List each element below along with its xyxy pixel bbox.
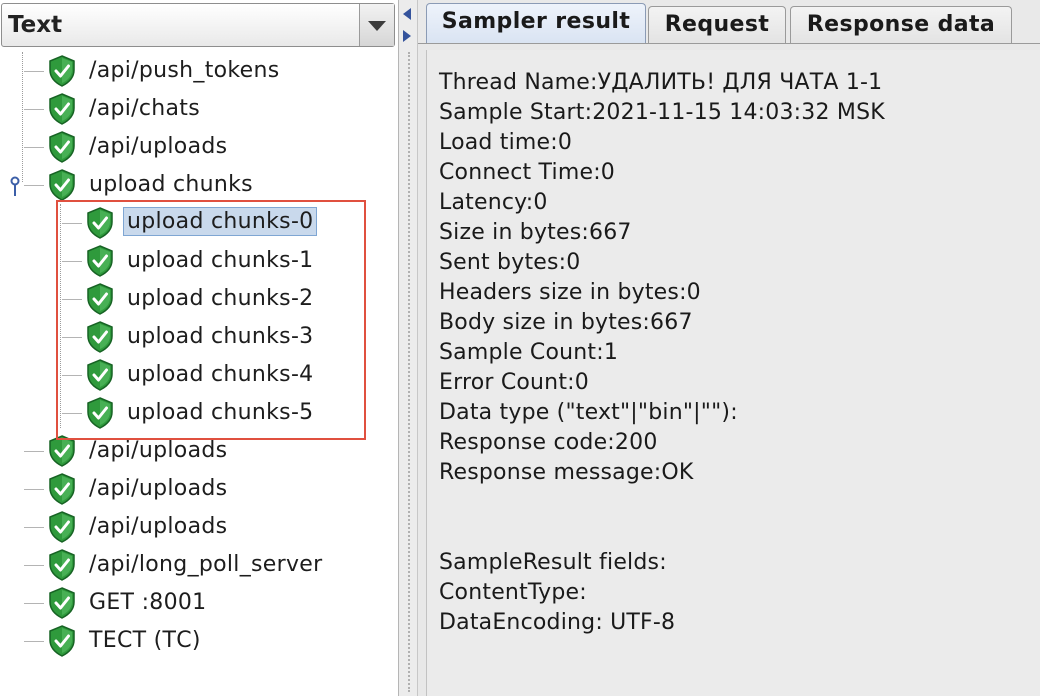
success-shield-icon	[49, 131, 75, 163]
tree-item-label: upload chunks-0	[122, 207, 318, 236]
tree-item-label: upload chunks	[89, 172, 253, 197]
tree-item[interactable]: /api/push_tokens	[0, 52, 398, 90]
success-shield-icon	[87, 321, 113, 353]
tab-bar: Sampler result Request Response data	[418, 0, 1040, 44]
tree-item-label: ТЕСТ (ТС)	[89, 628, 201, 653]
divider-grip	[408, 52, 410, 692]
result-line-connect-time: Connect Time:0	[439, 160, 616, 185]
success-shield-icon	[49, 549, 75, 581]
tree-item-label: /api/uploads	[89, 438, 228, 463]
collapse-right-icon[interactable]	[403, 30, 411, 42]
success-shield-icon	[49, 587, 75, 619]
tree-item-label: /api/chats	[89, 96, 200, 121]
tree-item[interactable]: upload chunks-5	[0, 394, 398, 432]
tab-response-data[interactable]: Response data	[790, 6, 1012, 44]
tree-item[interactable]: /api/long_poll_server	[0, 546, 398, 584]
tab-sampler-result[interactable]: Sampler result	[426, 3, 646, 44]
result-line-error-count: Error Count:0	[439, 370, 589, 395]
result-line-thread-name: Thread Name:УДАЛИТЬ! ДЛЯ ЧАТА 1-1	[439, 70, 883, 95]
tree-item[interactable]: ТЕСТ (ТС)	[0, 622, 398, 660]
result-line-headers-size: Headers size in bytes:0	[439, 280, 701, 305]
result-line-sample-start: Sample Start:2021-11-15 14:03:32 MSK	[439, 100, 885, 125]
result-line-size: Size in bytes:667	[439, 220, 632, 245]
result-line-fields-header: SampleResult fields:	[439, 550, 667, 575]
tab-request[interactable]: Request	[648, 6, 786, 44]
success-shield-icon	[49, 473, 75, 505]
collapse-left-icon[interactable]	[403, 8, 411, 20]
tree-item-label: upload chunks-3	[127, 324, 314, 349]
tree-item[interactable]: /api/uploads	[0, 508, 398, 546]
tree-item-label: upload chunks-1	[127, 248, 314, 273]
tree-item[interactable]: GET :8001	[0, 584, 398, 622]
tree-item-label: /api/uploads	[89, 476, 228, 501]
success-shield-icon	[87, 245, 113, 277]
tree-item-label: upload chunks-4	[127, 362, 314, 387]
success-shield-icon	[49, 93, 75, 125]
success-shield-icon	[49, 625, 75, 657]
result-line-latency: Latency:0	[439, 190, 548, 215]
tree-item-label: upload chunks-2	[127, 286, 314, 311]
result-line-response-message: Response message:OK	[439, 460, 694, 485]
split-pane-divider[interactable]	[398, 0, 418, 696]
result-line-load-time: Load time:0	[439, 130, 573, 155]
result-line-content-type: ContentType:	[439, 580, 587, 605]
tree-item-selected[interactable]: upload chunks-0	[0, 204, 398, 242]
success-shield-icon	[87, 397, 113, 429]
tree-item[interactable]: /api/uploads	[0, 432, 398, 470]
success-shield-icon	[49, 169, 75, 201]
result-line-sample-count: Sample Count:1	[439, 340, 619, 365]
results-tree-panel: Text /api/push_tokens /api/chats /api/up…	[0, 0, 398, 696]
renderer-select-value: Text	[8, 12, 63, 38]
tree-item[interactable]: /api/uploads	[0, 128, 398, 166]
tree-item[interactable]: upload chunks-3	[0, 318, 398, 356]
success-shield-icon	[49, 511, 75, 543]
success-shield-icon	[49, 55, 75, 87]
results-tree: /api/push_tokens /api/chats /api/uploads…	[0, 52, 398, 692]
result-line-data-type: Data type ("text"|"bin"|""):	[439, 400, 738, 425]
tree-item-label: /api/push_tokens	[89, 58, 280, 83]
tree-item-label: /api/long_poll_server	[89, 552, 323, 577]
result-line-body-size: Body size in bytes:667	[439, 310, 693, 335]
success-shield-icon	[87, 207, 113, 239]
result-line-data-encoding: DataEncoding: UTF-8	[439, 610, 676, 635]
tree-item[interactable]: upload chunks-1	[0, 242, 398, 280]
tree-item[interactable]: upload chunks-4	[0, 356, 398, 394]
tree-item[interactable]: /api/chats	[0, 90, 398, 128]
tree-item-parent[interactable]: upload chunks	[0, 166, 398, 204]
sampler-result-text[interactable]: Thread Name:УДАЛИТЬ! ДЛЯ ЧАТА 1-1 Sample…	[426, 50, 1040, 696]
result-line-sent-bytes: Sent bytes:0	[439, 250, 581, 275]
result-detail-panel: Sampler result Request Response data Thr…	[418, 0, 1040, 696]
result-line-response-code: Response code:200	[439, 430, 658, 455]
tree-item-label: GET :8001	[89, 590, 207, 615]
chevron-down-icon[interactable]	[359, 4, 394, 46]
tree-item[interactable]: upload chunks-2	[0, 280, 398, 318]
success-shield-icon	[87, 359, 113, 391]
tree-item-label: upload chunks-5	[127, 400, 314, 425]
success-shield-icon	[49, 435, 75, 467]
tree-item-label: /api/uploads	[89, 134, 228, 159]
success-shield-icon	[87, 283, 113, 315]
renderer-select[interactable]: Text	[1, 3, 395, 47]
tree-item-label: /api/uploads	[89, 514, 228, 539]
tree-item[interactable]: /api/uploads	[0, 470, 398, 508]
